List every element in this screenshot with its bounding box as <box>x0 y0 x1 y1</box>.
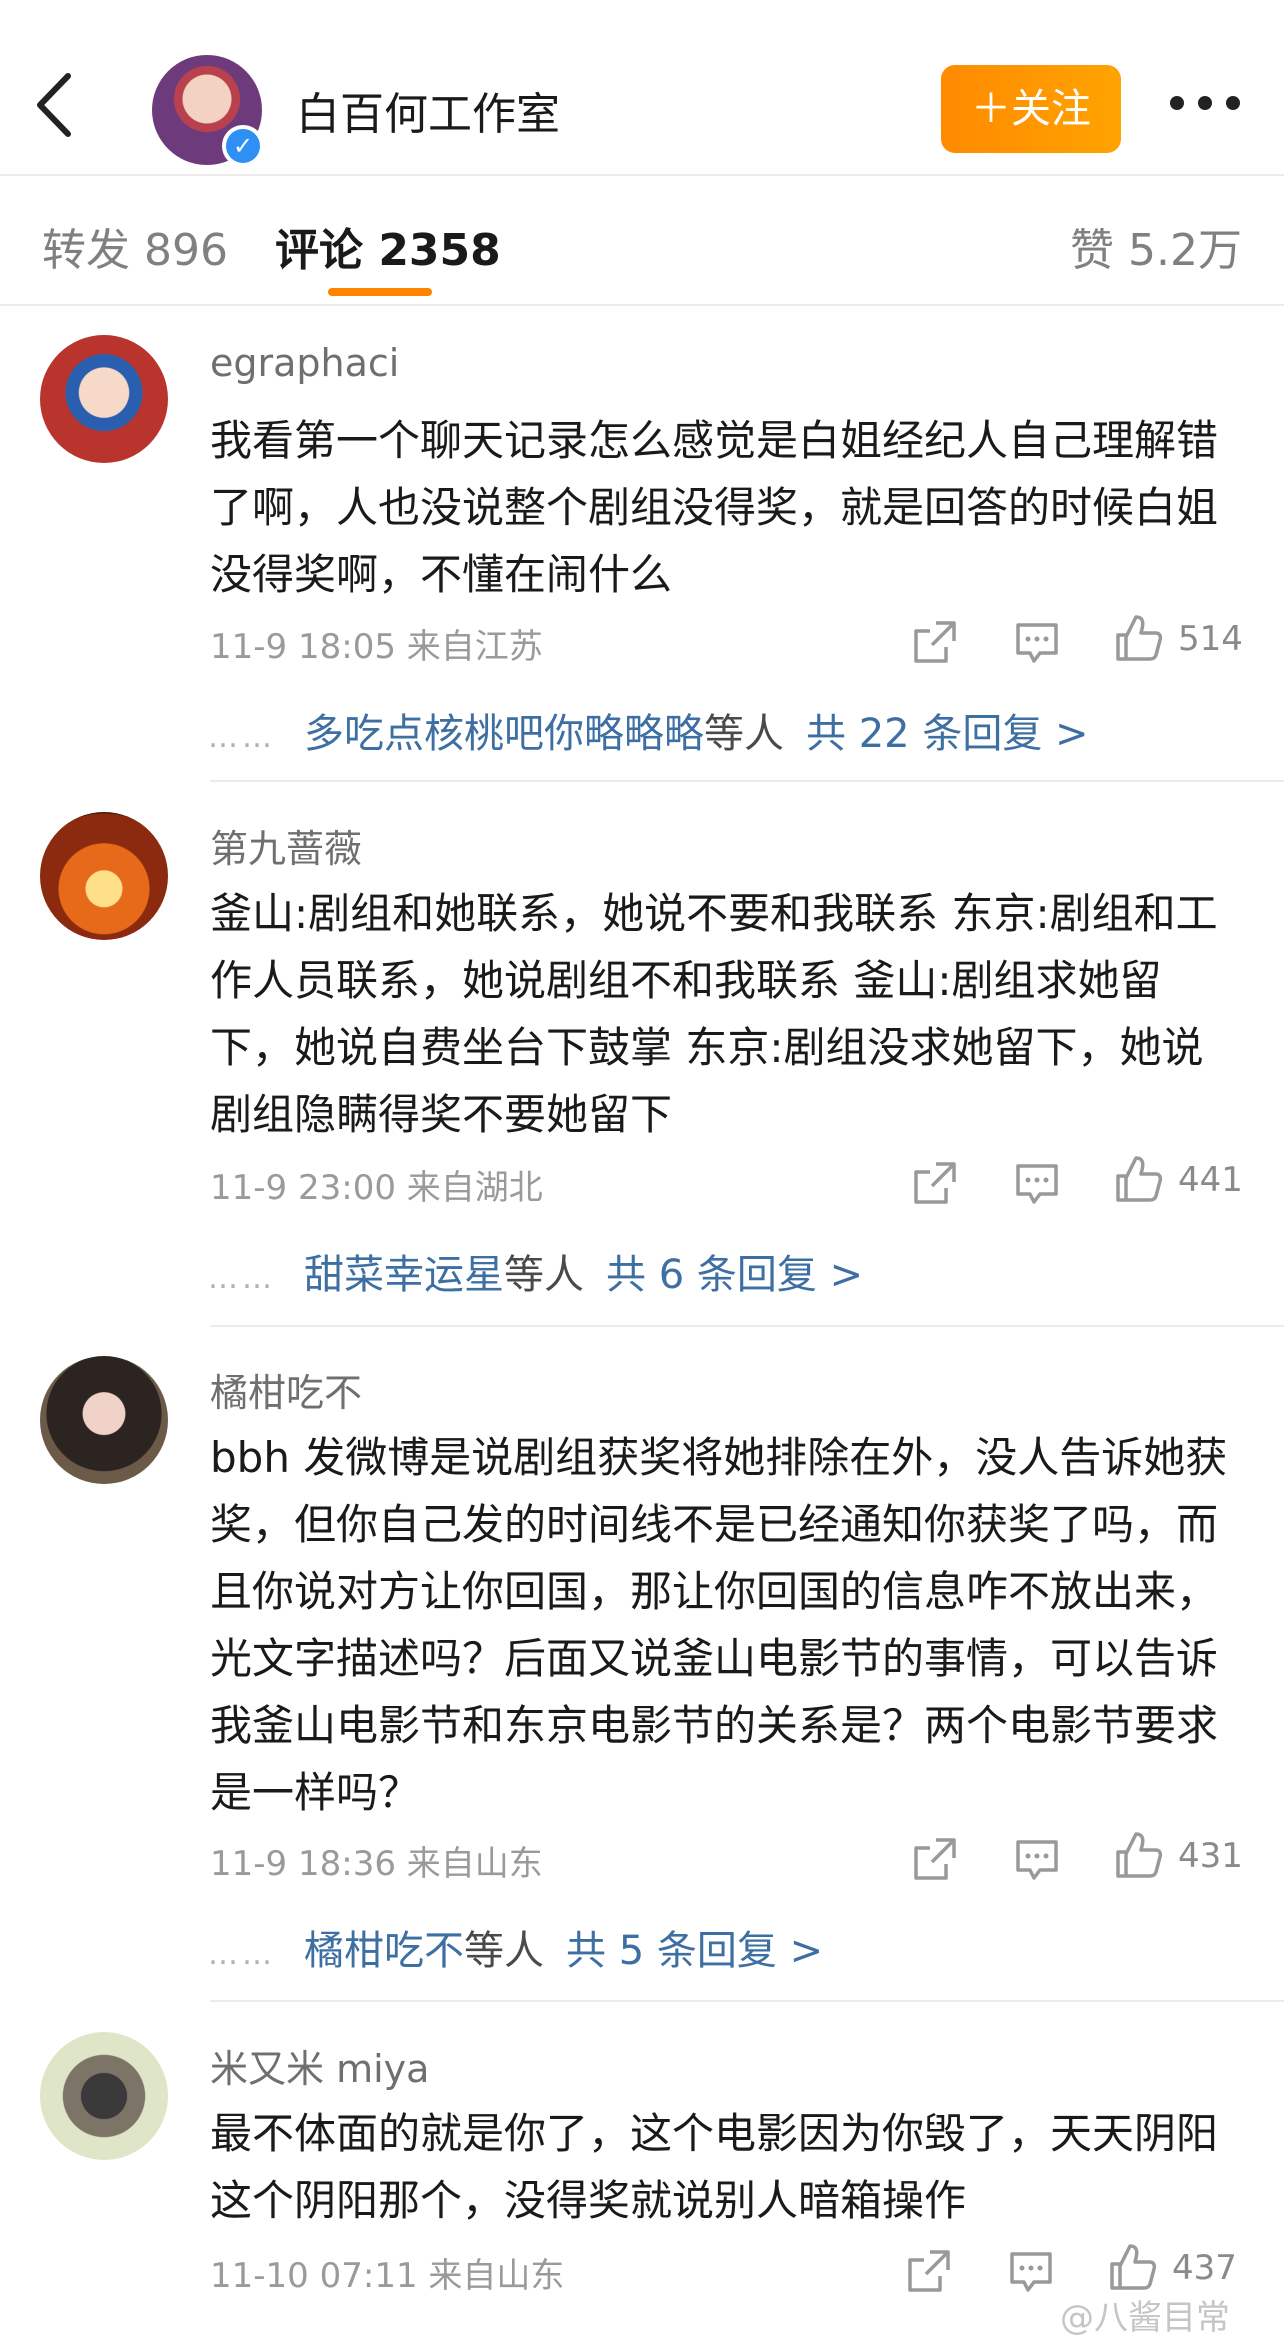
reply-summary[interactable]: …… 多吃点核桃吧你略略略等人共 22 条回复 > <box>208 701 1089 759</box>
like-icon[interactable] <box>1114 1154 1164 1204</box>
like-icon[interactable] <box>1114 1830 1164 1880</box>
reply-user[interactable]: 甜菜幸运星 <box>304 1252 504 1298</box>
reply-summary[interactable]: …… 橘柑吃不等人共 5 条回复 > <box>208 1918 823 1976</box>
tab-likes[interactable]: 赞 5.2万 <box>1070 214 1242 278</box>
avatar[interactable] <box>40 812 168 940</box>
like-count: 437 <box>1172 2248 1237 2288</box>
tab-comments[interactable]: 评论 2358 <box>275 214 501 278</box>
like-icon[interactable] <box>1114 613 1164 663</box>
avatar[interactable] <box>40 1356 168 1484</box>
like-count: 431 <box>1178 1836 1243 1876</box>
reply-user[interactable]: 多吃点核桃吧你略略略 <box>304 711 704 757</box>
comment-username[interactable]: 橘柑吃不 <box>210 1362 362 1417</box>
comment-meta: 11-9 18:36 来自山东 <box>210 1844 543 1884</box>
avatar[interactable] <box>40 2032 168 2160</box>
share-icon[interactable] <box>912 1158 958 1208</box>
comment-meta: 11-9 18:05 来自江苏 <box>210 627 543 667</box>
back-icon[interactable] <box>30 70 78 140</box>
account-name[interactable]: 白百何工作室 <box>296 78 560 142</box>
reply-dots: …… <box>208 1261 276 1296</box>
reply-dots: …… <box>208 1937 276 1972</box>
reply-connector: 等人 <box>464 1928 544 1974</box>
comment-username[interactable]: egraphaci <box>210 341 399 385</box>
share-icon[interactable] <box>912 1834 958 1884</box>
more-icon[interactable] <box>1170 96 1240 114</box>
comment-text: bbh 发微博是说剧组获奖将她排除在外，没人告诉她获奖，但你自己发的时间线不是已… <box>210 1433 1228 1817</box>
comment-username[interactable]: 第九蔷薇 <box>210 818 362 873</box>
divider <box>210 1325 1284 1327</box>
comment-username[interactable]: 米又米 miya <box>210 2038 429 2093</box>
comment-icon[interactable] <box>1008 2248 1054 2298</box>
follow-button[interactable]: ＋关注 <box>941 65 1121 153</box>
watermark: @八酱目常 <box>1060 2298 1230 2337</box>
comment-icon[interactable] <box>1014 1836 1060 1886</box>
share-icon[interactable] <box>912 617 958 667</box>
like-icon[interactable] <box>1108 2242 1158 2292</box>
comment-text: 釜山:剧组和她联系，她说不要和我联系 东京:剧组和工作人员联系，她说剧组不和我联… <box>210 889 1218 1139</box>
tab-bar: 转发 896 评论 2358 赞 5.2万 <box>0 176 1284 306</box>
comment-text: 最不体面的就是你了，这个电影因为你毁了，天天阴阳这个阴阳那个，没得奖就说别人暗箱… <box>210 2109 1219 2225</box>
top-bar: ✓ 白百何工作室 ＋关注 <box>0 0 1284 176</box>
comment-text: 我看第一个聊天记录怎么感觉是白姐经纪人自己理解错了啊，人也没说整个剧组没得奖，就… <box>210 416 1219 599</box>
reply-count[interactable]: 共 22 条回复 > <box>806 711 1089 757</box>
reply-connector: 等人 <box>704 711 784 757</box>
comment-icon[interactable] <box>1014 1160 1060 1210</box>
comment-meta: 11-10 07:11 来自山东 <box>210 2256 565 2296</box>
tab-reposts[interactable]: 转发 896 <box>42 214 228 278</box>
comment-icon[interactable] <box>1014 619 1060 669</box>
like-count: 441 <box>1178 1160 1243 1200</box>
reply-summary[interactable]: …… 甜菜幸运星等人共 6 条回复 > <box>208 1242 863 1300</box>
verified-badge-icon: ✓ <box>222 125 264 167</box>
reply-dots: …… <box>208 720 276 755</box>
comment-meta: 11-9 23:00 来自湖北 <box>210 1168 543 1208</box>
active-tab-indicator <box>328 288 432 296</box>
reply-count[interactable]: 共 6 条回复 > <box>606 1252 863 1298</box>
reply-connector: 等人 <box>504 1252 584 1298</box>
divider <box>210 2000 1284 2002</box>
avatar[interactable] <box>40 335 168 463</box>
reply-count[interactable]: 共 5 条回复 > <box>566 1928 823 1974</box>
share-icon[interactable] <box>906 2246 952 2296</box>
divider <box>210 780 1284 782</box>
like-count: 514 <box>1178 619 1243 659</box>
reply-user[interactable]: 橘柑吃不 <box>304 1928 464 1974</box>
